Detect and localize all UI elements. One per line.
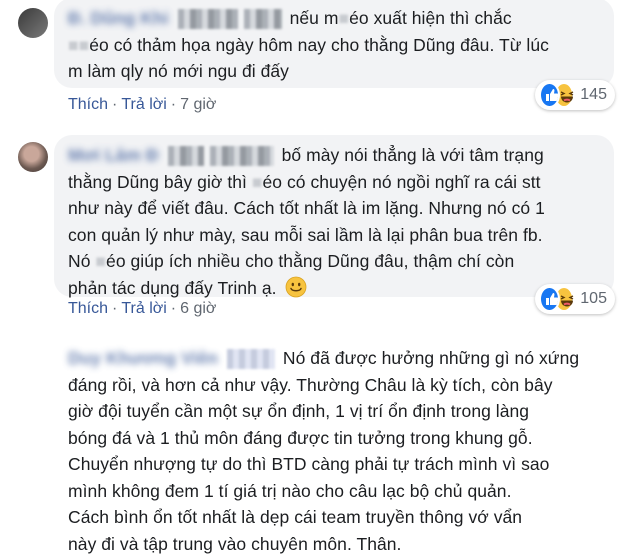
comment-text-line: ■■éo có thảm họa ngày hôm nay cho thằng … xyxy=(68,32,600,59)
comment-text: m làm qly nó mới ngu đi đấy xyxy=(68,58,600,85)
comment-text-line: Duy Khương Viên Nó đã được hưởng những g… xyxy=(68,345,600,372)
reaction-count: 105 xyxy=(580,290,607,308)
comment-text: Nó đã được hưởng những gì nó xứng xyxy=(283,348,579,368)
comment-text: phản tác dụng đấy Trinh ạ. xyxy=(68,278,277,298)
reaction-summary[interactable]: 105 xyxy=(535,284,615,314)
author-name[interactable]: Đ. Dũng Khi xyxy=(68,5,169,32)
comment-text: éo xuất hiện thì chắc xyxy=(349,8,512,28)
like-link[interactable]: Thích xyxy=(68,96,108,113)
comment-text: Nó xyxy=(68,251,90,271)
comment-text: éo có thảm họa ngày hôm nay cho thằng Dũ… xyxy=(89,35,549,55)
blurred-text xyxy=(168,146,204,166)
comment-actions: Thích·Trả lời·6 giờ xyxy=(68,300,216,318)
comment-text: éo có chuyện nó ngồi nghĩ ra cái stt xyxy=(263,172,541,192)
timestamp[interactable]: 6 giờ xyxy=(180,300,216,317)
comment-text-line: thằng Dũng bây giờ thì ■éo có chuyện nó … xyxy=(68,169,600,196)
comment-text: như này để viết đâu. Cách tốt nhất là im… xyxy=(68,198,423,218)
reply-link[interactable]: Trả lời xyxy=(121,300,166,317)
reaction-summary[interactable]: 145 xyxy=(535,80,615,110)
avatar[interactable] xyxy=(18,345,48,375)
author-name[interactable]: Mơi Lâm Đ xyxy=(68,142,159,169)
comment-text-line: Mơi Lâm Đ bố mày nói thẳng là với tâm tr… xyxy=(68,142,600,169)
like-reaction-icon xyxy=(539,286,560,312)
comment-text-line: Nó ■éo giúp ích nhiều cho thằng Dũng đâu… xyxy=(68,248,600,275)
comment-bubble: Duy Khương Viên Nó đã được hưởng những g… xyxy=(54,338,614,546)
comment-text: éo giúp ích nhiều cho thằng Dũng đâu, th… xyxy=(106,251,514,271)
blurred-text xyxy=(210,146,274,166)
timestamp[interactable]: 7 giờ xyxy=(180,96,216,113)
blurred-text: ■ xyxy=(252,172,263,192)
comment-text-line: như này để viết đâu. Cách tốt nhất là im… xyxy=(68,195,600,222)
comment-text: con quản lý như mày, sau mỗi sai lầm là … xyxy=(68,222,600,249)
reply-link[interactable]: Trả lời xyxy=(121,96,166,113)
blurred-text: ■■ xyxy=(68,35,89,55)
comment-text: giờ đội tuyển cần một sự ổn định, 1 vị t… xyxy=(68,398,600,425)
comment-actions: Thích·Trả lời·7 giờ xyxy=(68,96,216,114)
comment-text-line: phản tác dụng đấy Trinh ạ. xyxy=(68,275,600,302)
comment-text: Chuyển nhượng tự do thì BTD càng phải tự… xyxy=(68,451,600,478)
comment-text: Nhưng nó có 1 xyxy=(428,198,544,218)
comment-text: mình không đem 1 tí giá trị nào cho câu … xyxy=(68,478,600,505)
comment-text: này đi và tập trung vào chuyên môn. Thân… xyxy=(68,531,600,557)
blurred-text xyxy=(178,9,238,29)
comment-text: bố mày nói thẳng là với tâm trạng xyxy=(282,145,544,165)
smile-emoji-icon xyxy=(285,276,307,298)
like-link[interactable]: Thích xyxy=(68,300,108,317)
avatar[interactable] xyxy=(18,142,48,172)
blurred-text xyxy=(227,349,275,369)
comment-text-line: Đ. Dũng Khi nếu m■éo xuất hiện thì chắc xyxy=(68,5,600,32)
comment-text: đáng rồi, và hơn cả như vậy. Thường Châu… xyxy=(68,372,600,399)
comment-text: bóng đá và 1 thủ môn đáng được tin tưởng… xyxy=(68,425,600,452)
avatar[interactable] xyxy=(18,8,48,38)
blurred-text: ■ xyxy=(338,8,349,28)
like-reaction-icon xyxy=(539,82,560,108)
comment-bubble: Đ. Dũng Khi nếu m■éo xuất hiện thì chắc … xyxy=(54,0,614,88)
author-name[interactable]: Duy Khương Viên xyxy=(68,345,218,372)
comment-text: thằng Dũng bây giờ thì xyxy=(68,172,247,192)
comment-bubble: Mơi Lâm Đ bố mày nói thẳng là với tâm tr… xyxy=(54,135,614,297)
comment-text: nếu m xyxy=(290,8,339,28)
reaction-count: 145 xyxy=(580,86,607,104)
blurred-text: ■ xyxy=(95,251,106,271)
comment-text: Cách bình ổn tốt nhất là dẹp cái team tr… xyxy=(68,504,600,531)
blurred-text xyxy=(244,9,282,29)
